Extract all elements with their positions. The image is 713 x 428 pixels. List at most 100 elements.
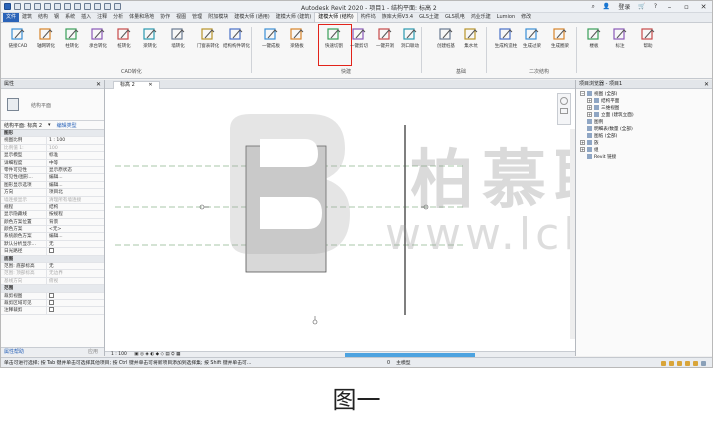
tab-14[interactable]: 建模大师 (建筑) bbox=[273, 13, 315, 22]
close-icon[interactable]: ✕ bbox=[96, 80, 101, 89]
property-value[interactable]: 无 bbox=[47, 263, 104, 269]
property-value[interactable]: 无 bbox=[47, 241, 104, 247]
tab-10[interactable]: 视图 bbox=[173, 13, 189, 22]
help-icon[interactable]: ? bbox=[654, 3, 657, 10]
expand-toggle-icon[interactable]: + bbox=[580, 140, 585, 145]
ribbon-button-16[interactable]: 集水坑 bbox=[458, 26, 484, 64]
maximize-button[interactable]: ▫ bbox=[682, 3, 691, 11]
ribbon-button-0[interactable]: 链接CAD bbox=[5, 26, 31, 64]
browser-node[interactable]: + 组 bbox=[576, 147, 712, 154]
property-checkbox[interactable] bbox=[49, 307, 54, 313]
elevation-marker[interactable] bbox=[312, 319, 318, 325]
expand-toggle-icon[interactable]: + bbox=[587, 98, 592, 103]
chevron-down-icon[interactable]: ▾ bbox=[48, 122, 51, 128]
cart-icon[interactable]: 🛒 bbox=[638, 3, 645, 10]
tab-18[interactable]: GLS土建 bbox=[416, 13, 442, 22]
property-checkbox[interactable] bbox=[49, 292, 54, 298]
select-by-face-icon[interactable] bbox=[685, 361, 690, 366]
tab-13[interactable]: 建模大师 (通用) bbox=[231, 13, 273, 22]
ribbon-button-2[interactable]: 柱转化 bbox=[59, 26, 85, 64]
browser-node[interactable]: − 视图 (全部) bbox=[576, 91, 712, 98]
3d-view-icon[interactable] bbox=[94, 3, 101, 10]
property-value[interactable]: 编辑... bbox=[47, 174, 104, 180]
measure-icon[interactable] bbox=[64, 3, 71, 10]
type-selector[interactable]: 结构平面 bbox=[1, 89, 104, 121]
minimize-button[interactable]: – bbox=[665, 3, 674, 11]
tab-17[interactable]: 族库大师V3.4 bbox=[379, 13, 416, 22]
ribbon-button-1[interactable]: 轴网转化 bbox=[33, 26, 59, 64]
property-value[interactable]: 100 bbox=[47, 145, 104, 151]
search-icon[interactable]: ⌕ bbox=[591, 3, 594, 11]
tab-16[interactable]: 构件坞 bbox=[358, 13, 379, 22]
apply-button[interactable]: 应用 bbox=[88, 348, 98, 357]
tab-9[interactable]: 协作 bbox=[157, 13, 173, 22]
ribbon-button-17[interactable]: 生成构造柱 bbox=[493, 26, 519, 64]
text-icon[interactable] bbox=[84, 3, 91, 10]
property-value[interactable]: 中等 bbox=[47, 160, 104, 166]
expand-toggle-icon[interactable]: − bbox=[580, 91, 585, 96]
print-icon[interactable] bbox=[54, 3, 61, 10]
navigation-bar[interactable] bbox=[557, 93, 571, 125]
filter-icon[interactable] bbox=[701, 361, 706, 366]
browser-node[interactable]: 图纸 (全部) bbox=[576, 133, 712, 140]
property-section[interactable]: 范围 bbox=[1, 285, 104, 293]
expand-toggle-icon[interactable]: + bbox=[580, 147, 585, 152]
ribbon-button-19[interactable]: 生成圈梁 bbox=[547, 26, 573, 64]
ribbon-button-12[interactable]: 一键剪切 bbox=[346, 26, 372, 64]
ribbon-button-3[interactable]: 承台转化 bbox=[85, 26, 111, 64]
property-value[interactable]: 编辑... bbox=[47, 233, 104, 239]
ribbon-button-4[interactable]: 桩转化 bbox=[111, 26, 137, 64]
edit-type-button[interactable]: 编辑类型 bbox=[57, 122, 77, 129]
property-value[interactable]: 俯视 bbox=[47, 278, 104, 284]
property-value[interactable]: 编辑... bbox=[47, 182, 104, 188]
property-value[interactable] bbox=[47, 292, 104, 299]
browser-node[interactable]: + 立面 (建筑立面) bbox=[576, 112, 712, 119]
drag-elements-icon[interactable] bbox=[693, 361, 698, 366]
steering-wheel-icon[interactable] bbox=[560, 97, 568, 105]
property-value[interactable]: 1 : 100 bbox=[47, 137, 104, 143]
property-value[interactable]: 清理所有墙连接 bbox=[47, 197, 104, 203]
browser-node[interactable]: Revit 链接 bbox=[576, 154, 712, 161]
property-value[interactable]: 显示原状态 bbox=[47, 167, 104, 173]
ribbon-button-22[interactable]: 帮助 bbox=[635, 26, 661, 64]
close-icon[interactable]: ✕ bbox=[148, 82, 152, 88]
ribbon-button-13[interactable]: 一键开洞 bbox=[372, 26, 398, 64]
ribbon-button-10[interactable]: 梁随板 bbox=[284, 26, 310, 64]
open-icon[interactable] bbox=[14, 3, 21, 10]
undo-icon[interactable] bbox=[34, 3, 41, 10]
expand-toggle-icon[interactable]: + bbox=[587, 105, 592, 110]
ribbon-button-7[interactable]: 门窗表转化 bbox=[195, 26, 221, 64]
browser-node[interactable]: + 三维视图 bbox=[576, 105, 712, 112]
property-value[interactable]: 结构 bbox=[47, 204, 104, 210]
select-pinned-icon[interactable] bbox=[677, 361, 682, 366]
property-value[interactable]: 无边界 bbox=[47, 270, 104, 276]
tab-4[interactable]: 系统 bbox=[62, 13, 78, 22]
tab-3[interactable]: 钢 bbox=[51, 13, 62, 22]
property-section[interactable]: 图形 bbox=[1, 130, 104, 138]
tab-1[interactable]: 建筑 bbox=[19, 13, 35, 22]
browser-node[interactable]: 明细表/数量 (全部) bbox=[576, 126, 712, 133]
workset-select[interactable]: 主模型 bbox=[396, 361, 410, 366]
property-value[interactable] bbox=[47, 299, 104, 306]
browser-node[interactable]: 图例 bbox=[576, 119, 712, 126]
ribbon-button-9[interactable]: 一键成板 bbox=[258, 26, 284, 64]
instance-filter[interactable]: 结构平面: 标高 2 ▾ 编辑类型 bbox=[1, 121, 104, 130]
select-links-icon[interactable] bbox=[661, 361, 666, 366]
ribbon-button-15[interactable]: 创建桩基 bbox=[433, 26, 459, 64]
property-value[interactable]: 标准 bbox=[47, 152, 104, 158]
signin-link[interactable]: 登录 bbox=[618, 2, 630, 11]
switch-windows-icon[interactable] bbox=[114, 3, 121, 10]
ribbon-button-6[interactable]: 墙转化 bbox=[165, 26, 191, 64]
properties-help-link[interactable]: 属性帮助 bbox=[4, 349, 24, 355]
property-value[interactable]: 背景 bbox=[47, 219, 104, 225]
close-button[interactable]: ✕ bbox=[699, 3, 708, 11]
property-value[interactable]: 项目北 bbox=[47, 189, 104, 195]
ribbon-button-8[interactable]: 结构构件转化 bbox=[223, 26, 250, 64]
property-checkbox[interactable] bbox=[49, 299, 54, 305]
property-value[interactable] bbox=[47, 248, 104, 254]
tab-20[interactable]: 鸿业乐建 bbox=[468, 13, 494, 22]
property-value[interactable]: <无> bbox=[47, 226, 104, 232]
property-section[interactable]: 底图 bbox=[1, 255, 104, 264]
ribbon-button-11[interactable]: 快速切割 bbox=[321, 26, 347, 64]
ribbon-button-14[interactable]: 洞口联动 bbox=[397, 26, 423, 64]
